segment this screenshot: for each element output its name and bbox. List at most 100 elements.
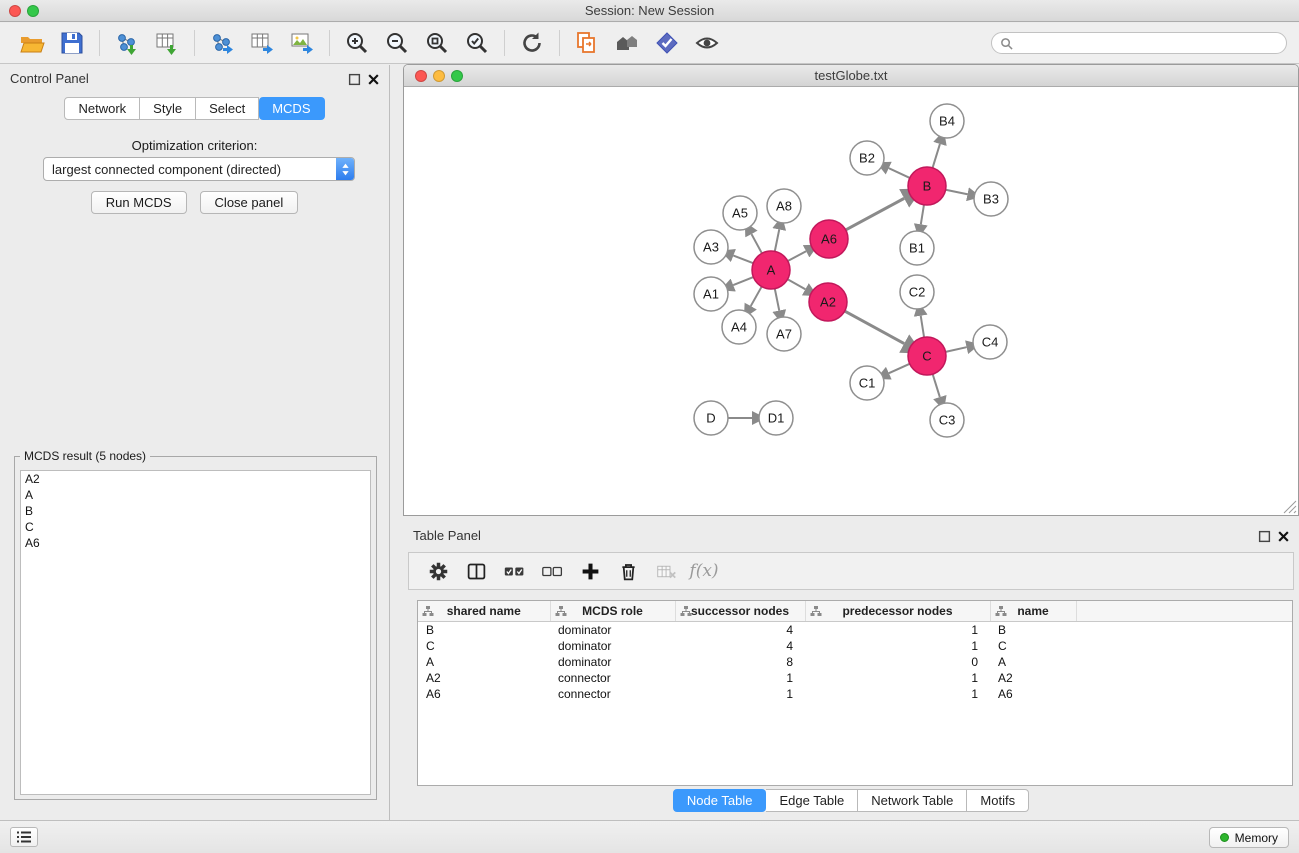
table-row[interactable]: A6connector11A6 [418, 686, 1292, 702]
optimization-criterion-select[interactable]: largest connected component (directed) [43, 157, 355, 181]
zoom-out-button[interactable] [377, 27, 417, 59]
add-column-button[interactable] [575, 557, 605, 585]
table-row[interactable]: Bdominator41B [418, 621, 1292, 638]
graph-node-D[interactable]: D [694, 401, 728, 435]
graph-edge-B-B3[interactable] [946, 190, 968, 194]
graph-node-B2[interactable]: B2 [850, 141, 884, 175]
column-header-shared-name[interactable]: shared name [418, 601, 550, 621]
tab-node-table[interactable]: Node Table [673, 789, 767, 812]
column-header-successor-nodes[interactable]: successor nodes [675, 601, 805, 621]
tab-motifs[interactable]: Motifs [967, 789, 1029, 812]
graph-edge-A-A3[interactable] [733, 256, 753, 264]
column-header-name[interactable]: name [990, 601, 1076, 621]
deselect-all-rows-button[interactable] [537, 557, 567, 585]
graph-edge-A-A5[interactable] [751, 234, 761, 253]
column-header-predecessor-nodes[interactable]: predecessor nodes [805, 601, 990, 621]
zoom-selected-button[interactable] [457, 27, 497, 59]
graph-edge-A-A4[interactable] [751, 287, 762, 307]
network-canvas[interactable]: A A6 A2 B C A1 A3 A4 A5 A7 A8 B1 B2 B3 B4 C1 C2 C3 C4 D D1 [404, 87, 1298, 515]
export-image-button[interactable] [282, 27, 322, 59]
run-mcds-button[interactable]: Run MCDS [91, 191, 187, 214]
export-table-button[interactable] [242, 27, 282, 59]
graph-node-A4[interactable]: A4 [722, 310, 756, 344]
import-network-button[interactable] [107, 27, 147, 59]
select-all-rows-button[interactable] [499, 557, 529, 585]
graph-edge-A2-C[interactable] [845, 311, 904, 343]
tab-select[interactable]: Select [196, 97, 259, 120]
graph-node-C4[interactable]: C4 [973, 325, 1007, 359]
graph-node-A3[interactable]: A3 [694, 230, 728, 264]
graph-edge-A-A8[interactable] [775, 230, 779, 252]
table-row[interactable]: A2connector11A2 [418, 670, 1292, 686]
result-item[interactable]: C [21, 519, 370, 535]
search-field[interactable] [991, 32, 1287, 54]
zoom-in-button[interactable] [337, 27, 377, 59]
graph-edge-A-A6[interactable] [788, 251, 806, 261]
close-panel-action-button[interactable]: Close panel [200, 191, 299, 214]
graph-edge-A6-B[interactable] [846, 198, 904, 230]
export-network-button[interactable] [202, 27, 242, 59]
graph-edge-C-C1[interactable] [889, 364, 910, 373]
tab-network-table[interactable]: Network Table [858, 789, 967, 812]
graph-node-A7[interactable]: A7 [767, 317, 801, 351]
svg-text:A3: A3 [703, 240, 719, 255]
graph-edge-A-A2[interactable] [788, 279, 806, 289]
import-table-button[interactable] [147, 27, 187, 59]
graph-node-B3[interactable]: B3 [974, 182, 1008, 216]
tab-style[interactable]: Style [140, 97, 196, 120]
result-item[interactable]: A [21, 487, 370, 503]
save-session-button[interactable] [52, 27, 92, 59]
graph-edge-B-B1[interactable] [921, 205, 924, 225]
refresh-button[interactable] [512, 27, 552, 59]
result-item[interactable]: B [21, 503, 370, 519]
table-row[interactable]: Adominator80A [418, 654, 1292, 670]
tab-edge-table[interactable]: Edge Table [766, 789, 858, 812]
show-hide-button[interactable] [687, 27, 727, 59]
result-item[interactable]: A2 [21, 471, 370, 487]
copy-document-button[interactable] [567, 27, 607, 59]
float-table-panel-button[interactable] [1258, 530, 1271, 543]
graph-node-C1[interactable]: C1 [850, 366, 884, 400]
graph-node-C2[interactable]: C2 [900, 275, 934, 309]
float-panel-button[interactable] [348, 73, 361, 86]
tab-mcds[interactable]: MCDS [259, 97, 324, 120]
search-input[interactable] [1018, 36, 1278, 50]
graph-node-A2[interactable]: A2 [809, 283, 847, 321]
apply-style-button[interactable] [647, 27, 687, 59]
column-header-MCDS-role[interactable]: MCDS role [550, 601, 675, 621]
graph-edge-B-B4[interactable] [933, 144, 940, 168]
graph-edge-C-C2[interactable] [921, 316, 924, 338]
resize-grip-icon[interactable] [1283, 500, 1297, 514]
tab-network[interactable]: Network [64, 97, 140, 120]
graph-node-B1[interactable]: B1 [900, 231, 934, 265]
graph-node-A6[interactable]: A6 [810, 220, 848, 258]
graph-node-C3[interactable]: C3 [930, 403, 964, 437]
graph-node-C[interactable]: C [908, 337, 946, 375]
graph-node-A5[interactable]: A5 [723, 196, 757, 230]
zoom-fit-button[interactable] [417, 27, 457, 59]
memory-button[interactable]: Memory [1209, 827, 1289, 848]
close-panel-button[interactable] [367, 73, 380, 86]
graph-edge-A-A7[interactable] [775, 289, 779, 311]
graph-edge-B-B2[interactable] [889, 168, 910, 178]
graph-node-A8[interactable]: A8 [767, 189, 801, 223]
graph-node-D1[interactable]: D1 [759, 401, 793, 435]
graph-node-B4[interactable]: B4 [930, 104, 964, 138]
delete-column-button[interactable] [613, 557, 643, 585]
show-columns-button[interactable] [461, 557, 491, 585]
result-item[interactable]: A6 [21, 535, 370, 551]
table-settings-button[interactable] [423, 557, 453, 585]
clear-table-button[interactable] [651, 557, 681, 585]
function-builder-button[interactable]: f(x) [689, 557, 719, 585]
graph-node-B[interactable]: B [908, 167, 946, 205]
graph-node-A[interactable]: A [752, 251, 790, 289]
graph-edge-C-C3[interactable] [933, 374, 940, 397]
graph-edge-C-C4[interactable] [946, 347, 967, 352]
graph-edge-A-A1[interactable] [733, 277, 753, 285]
home-button[interactable] [607, 27, 647, 59]
graph-node-A1[interactable]: A1 [694, 277, 728, 311]
task-history-button[interactable] [10, 827, 38, 847]
close-table-panel-button[interactable] [1277, 530, 1290, 543]
table-row[interactable]: Cdominator41C [418, 638, 1292, 654]
open-session-button[interactable] [12, 27, 52, 59]
